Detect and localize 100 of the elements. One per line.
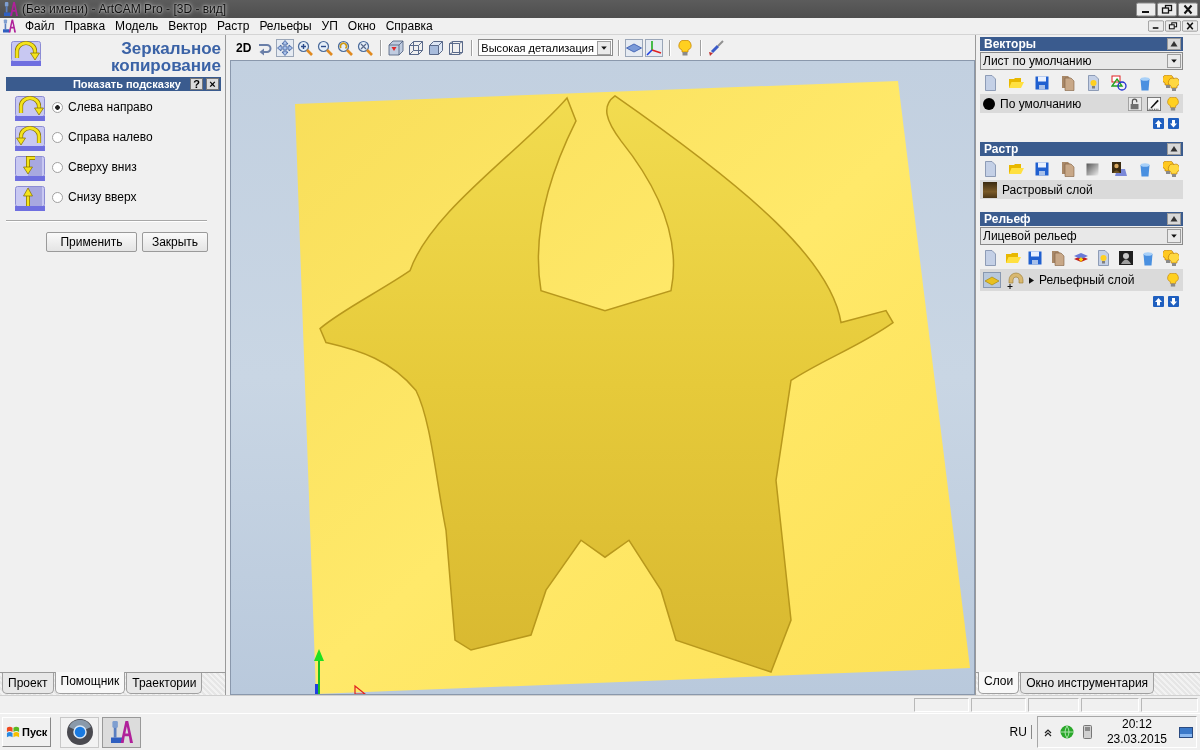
- light-bulb-icon[interactable]: [675, 38, 694, 57]
- layer-row[interactable]: По умолчанию: [980, 94, 1183, 113]
- menu-item[interactable]: Рельефы: [254, 19, 317, 33]
- layer-row[interactable]: Растровый слой: [980, 180, 1183, 199]
- radio-button[interactable]: [52, 161, 63, 173]
- collapse-icon[interactable]: [1167, 213, 1181, 225]
- picture-icon[interactable]: [1111, 161, 1128, 177]
- menu-item[interactable]: Справка: [380, 19, 438, 33]
- two-bulbs-icon[interactable]: [1162, 75, 1179, 91]
- restore-icon[interactable]: [1165, 20, 1181, 32]
- gradient-square-icon[interactable]: [1085, 161, 1102, 177]
- light-bulb-icon[interactable]: [1166, 273, 1180, 287]
- menu-item[interactable]: Модель: [110, 19, 164, 33]
- new-document-icon[interactable]: [982, 75, 998, 91]
- layer-row[interactable]: Рельефный слой: [980, 269, 1183, 291]
- desktop-icon[interactable]: [1179, 726, 1193, 738]
- move-down-icon[interactable]: [1168, 118, 1179, 129]
- panel-tab[interactable]: Помощник: [54, 672, 126, 694]
- clock-time[interactable]: 20:12: [1121, 717, 1152, 732]
- radio-label[interactable]: Справа налево: [68, 130, 153, 144]
- menu-item[interactable]: Правка: [59, 19, 111, 33]
- move-up-icon[interactable]: [1153, 118, 1164, 129]
- radio-label[interactable]: Сверху вниз: [68, 160, 137, 174]
- copy-pages-icon[interactable]: [1059, 161, 1076, 177]
- collapsed-triangle-icon[interactable]: [1029, 276, 1034, 284]
- brush-icon[interactable]: [706, 38, 725, 57]
- detail-select[interactable]: Высокая детализация: [478, 39, 613, 56]
- radio-button[interactable]: [52, 101, 63, 113]
- new-document-icon[interactable]: [982, 161, 998, 177]
- menu-item[interactable]: Файл: [20, 19, 60, 33]
- taskbar-button[interactable]: [60, 716, 100, 748]
- pan-icon[interactable]: [276, 38, 295, 57]
- globe-icon[interactable]: [1059, 725, 1074, 739]
- menu-item[interactable]: Растр: [211, 19, 255, 33]
- lock-icon[interactable]: [1128, 96, 1142, 111]
- pen-icon[interactable]: [1147, 96, 1161, 111]
- layer-name[interactable]: Растровый слой: [1002, 182, 1093, 197]
- relief-preview-icon[interactable]: [1117, 250, 1134, 266]
- zoom-in-icon[interactable]: [296, 38, 315, 57]
- status-bar-panel: [1081, 697, 1139, 712]
- start-button[interactable]: Пуск: [2, 717, 52, 747]
- restore-icon[interactable]: [1157, 1, 1177, 17]
- light-bulb-icon[interactable]: [1166, 96, 1180, 111]
- close-icon[interactable]: [1178, 1, 1198, 17]
- document-bulb-icon[interactable]: [1085, 75, 1102, 91]
- save-icon[interactable]: [1033, 161, 1050, 177]
- layer-set-select[interactable]: Лист по умолчанию: [980, 52, 1183, 70]
- radio-button[interactable]: [52, 131, 63, 143]
- radio-label[interactable]: Снизу вверх: [68, 190, 137, 204]
- axes-icon[interactable]: [644, 38, 663, 57]
- zoom-window-icon[interactable]: [336, 38, 355, 57]
- help-button[interactable]: ?: [190, 78, 203, 90]
- zoom-fit-icon[interactable]: [356, 38, 375, 57]
- move-up-icon[interactable]: [1153, 296, 1164, 307]
- close-button[interactable]: ×: [206, 78, 219, 90]
- minimize-icon[interactable]: [1136, 1, 1156, 17]
- apply-button[interactable]: Применить: [46, 232, 137, 252]
- shapes-icon[interactable]: [1111, 75, 1128, 91]
- panel-tab[interactable]: Слои: [978, 672, 1020, 694]
- language-indicator[interactable]: RU: [1009, 725, 1032, 739]
- shaded-cube-icon[interactable]: [427, 38, 446, 57]
- panel-tab[interactable]: Траектории: [126, 673, 203, 694]
- taskbar-button[interactable]: [102, 716, 142, 748]
- app-logo-icon[interactable]: [3, 19, 16, 33]
- menu-item[interactable]: Вектор: [163, 19, 212, 33]
- close-icon[interactable]: [1182, 20, 1198, 32]
- new-document-icon[interactable]: [982, 250, 998, 266]
- solid-cube-icon[interactable]: [387, 38, 406, 57]
- menu-item[interactable]: УП: [316, 19, 343, 33]
- layer-name[interactable]: По умолчанию: [1000, 96, 1082, 111]
- copy-pages-icon[interactable]: [1049, 250, 1066, 266]
- layer-name[interactable]: Рельефный слой: [1039, 273, 1135, 287]
- view-mode-button[interactable]: 2D: [234, 40, 256, 55]
- wireframe-box-icon[interactable]: [447, 38, 466, 57]
- menu-item[interactable]: Окно: [342, 19, 381, 33]
- two-bulbs-icon[interactable]: [1163, 250, 1179, 266]
- move-down-icon[interactable]: [1168, 296, 1179, 307]
- layer-color-dot[interactable]: [983, 97, 995, 110]
- chevron-up-icon[interactable]: [1043, 727, 1052, 737]
- layer-set-select[interactable]: Лицевой рельеф: [980, 227, 1183, 245]
- axis-arrows-icon: [314, 649, 367, 694]
- save-icon[interactable]: [1027, 250, 1044, 266]
- wireframe-cube-icon[interactable]: [407, 38, 426, 57]
- document-bulb-icon[interactable]: [1095, 250, 1112, 266]
- panel-tab[interactable]: Проект: [2, 673, 54, 694]
- two-bulbs-icon[interactable]: [1162, 161, 1179, 177]
- radio-button[interactable]: [52, 191, 63, 203]
- plane-icon[interactable]: [624, 38, 643, 57]
- minimize-icon[interactable]: [1148, 20, 1164, 32]
- collapse-icon[interactable]: [1167, 143, 1181, 155]
- arch-plus-icon[interactable]: [1006, 271, 1024, 289]
- copy-pages-icon[interactable]: [1059, 75, 1076, 91]
- save-icon[interactable]: [1033, 75, 1050, 91]
- collapse-icon[interactable]: [1167, 38, 1181, 50]
- panel-tab[interactable]: Окно инструментария: [1020, 673, 1155, 694]
- radio-label[interactable]: Слева направо: [68, 100, 153, 114]
- clock-date[interactable]: 23.03.2015: [1106, 732, 1167, 747]
- close-dialog-button[interactable]: Закрыть: [142, 232, 208, 252]
- zoom-out-icon[interactable]: [316, 38, 335, 57]
- painting-thumbnail-placeholder: [983, 181, 997, 198]
